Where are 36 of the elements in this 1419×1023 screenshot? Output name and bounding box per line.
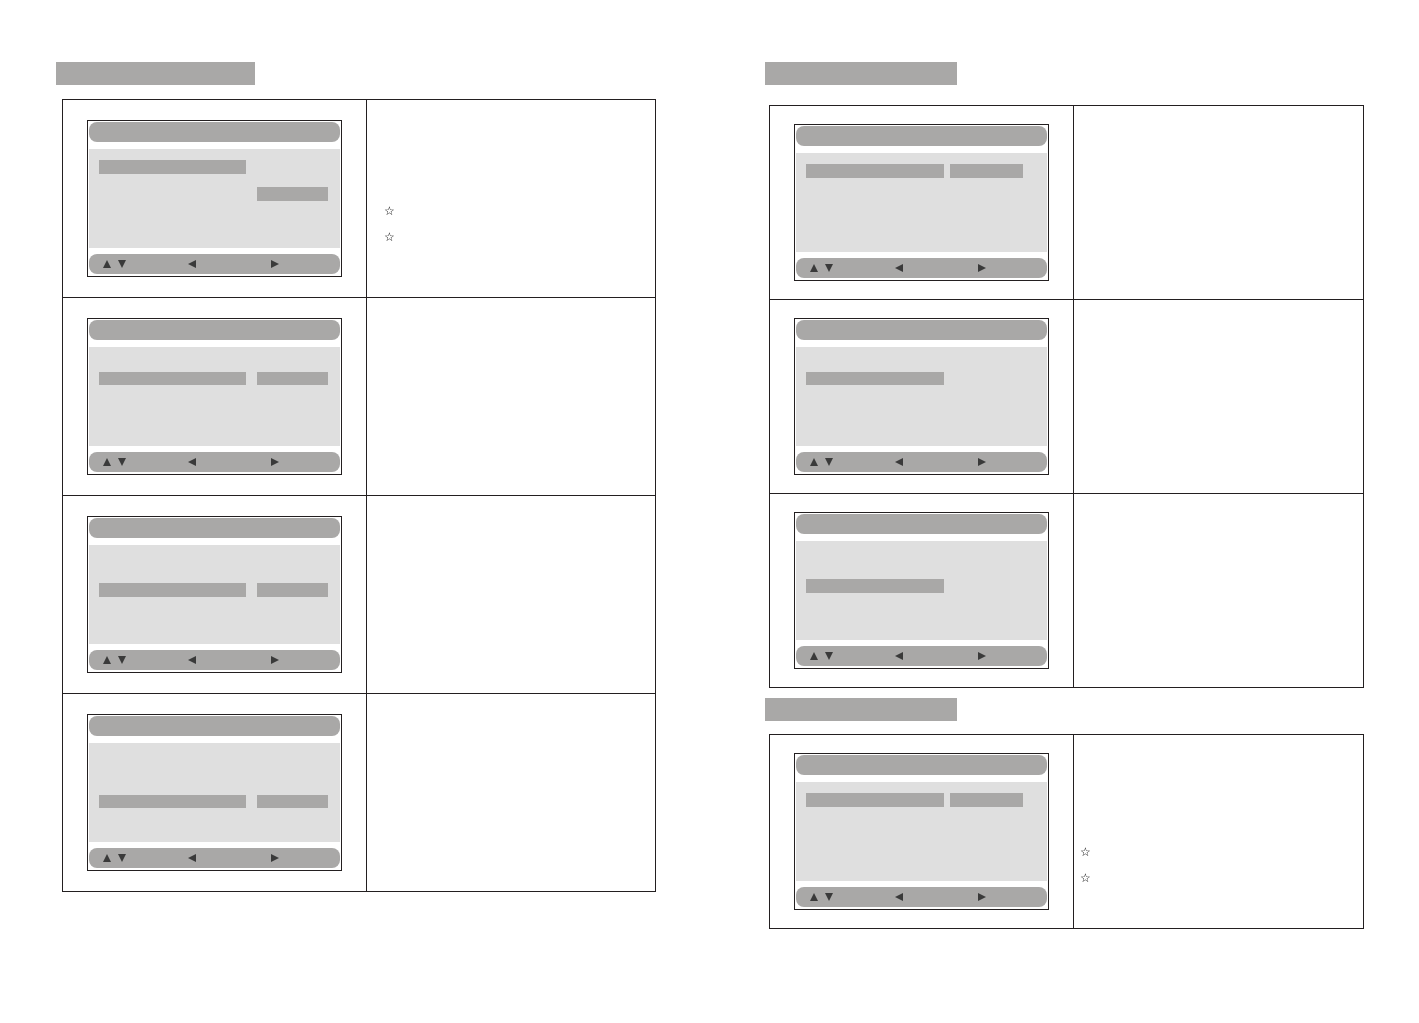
down-triangle-icon <box>825 652 833 660</box>
down-triangle-icon <box>825 264 833 272</box>
left-triangle-icon <box>188 854 196 862</box>
right-triangle-icon <box>978 893 986 901</box>
right-triangle-icon <box>271 260 279 268</box>
star-symbol: ☆ <box>384 203 395 220</box>
star-symbol: ☆ <box>1080 844 1091 861</box>
down-triangle-icon <box>118 458 126 466</box>
left-triangle-icon <box>895 458 903 466</box>
up-triangle-icon <box>810 458 818 466</box>
up-triangle-icon <box>810 893 818 901</box>
right-triangle-icon <box>978 652 986 660</box>
down-triangle-icon <box>825 893 833 901</box>
right-triangle-icon <box>271 458 279 466</box>
right-triangle-icon <box>978 264 986 272</box>
up-triangle-icon <box>103 656 111 664</box>
star-symbol: ☆ <box>384 229 395 246</box>
down-triangle-icon <box>118 854 126 862</box>
left-triangle-icon <box>188 458 196 466</box>
up-triangle-icon <box>103 260 111 268</box>
up-triangle-icon <box>810 652 818 660</box>
star-symbol: ☆ <box>1080 870 1091 887</box>
right-triangle-icon <box>271 656 279 664</box>
up-triangle-icon <box>103 854 111 862</box>
left-triangle-icon <box>895 893 903 901</box>
left-triangle-icon <box>188 260 196 268</box>
down-triangle-icon <box>825 458 833 466</box>
left-triangle-icon <box>188 656 196 664</box>
down-triangle-icon <box>118 260 126 268</box>
right-triangle-icon <box>978 458 986 466</box>
right-triangle-icon <box>271 854 279 862</box>
up-triangle-icon <box>103 458 111 466</box>
down-triangle-icon <box>118 656 126 664</box>
left-triangle-icon <box>895 652 903 660</box>
up-triangle-icon <box>810 264 818 272</box>
left-triangle-icon <box>895 264 903 272</box>
